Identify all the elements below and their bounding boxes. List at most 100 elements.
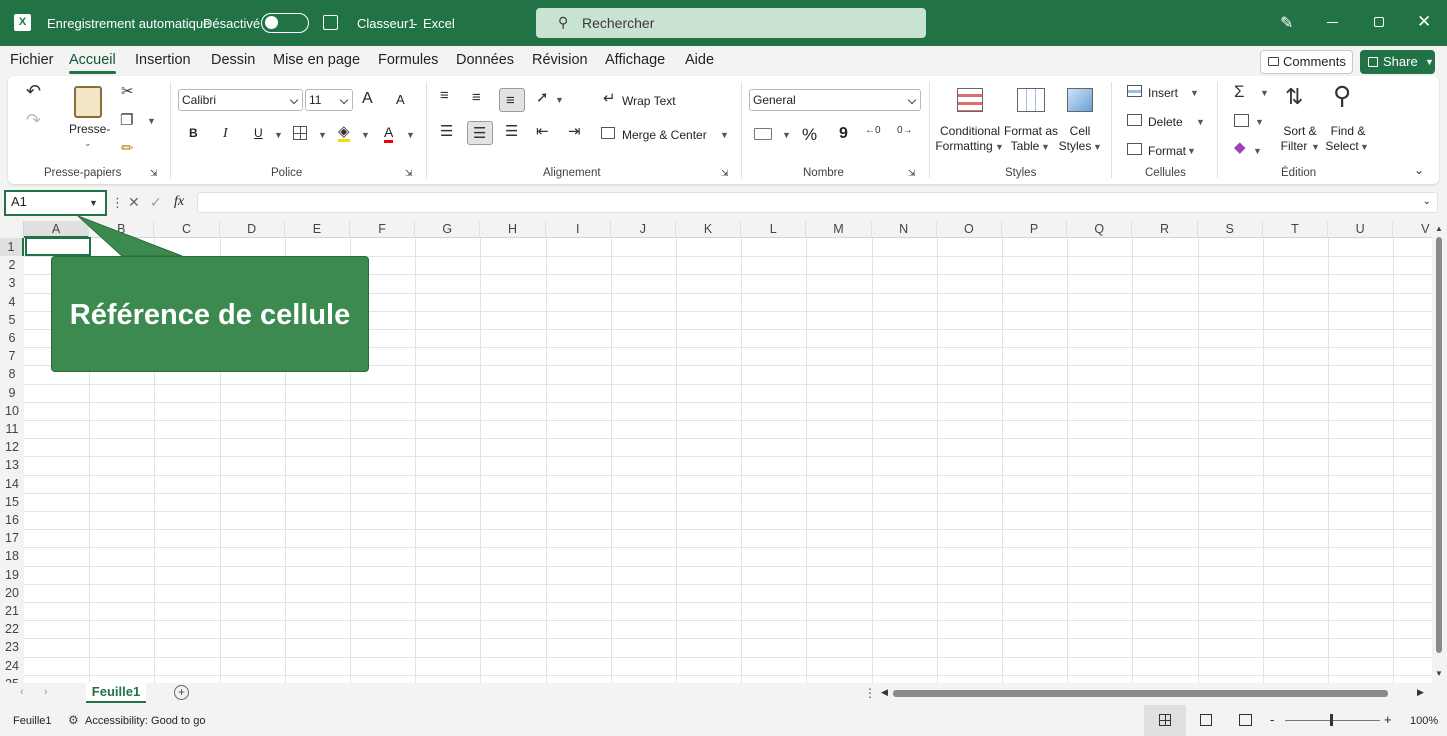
column-header-t[interactable]: T (1263, 221, 1328, 238)
orientation-icon[interactable]: ➚ (536, 90, 549, 105)
horizontal-scrollbar[interactable] (893, 690, 1388, 697)
borders-icon[interactable] (293, 126, 307, 140)
conditional-formatting-icon[interactable] (957, 88, 983, 112)
scroll-right-icon[interactable]: ▶ (1417, 687, 1424, 698)
increase-decimal-icon[interactable]: ←0 (865, 126, 881, 136)
select-all-corner[interactable] (0, 221, 24, 238)
fill-color-icon[interactable]: ◈ (338, 124, 350, 142)
save-icon[interactable] (323, 15, 338, 30)
column-header-v[interactable]: V (1393, 221, 1432, 238)
accessibility-icon[interactable]: ⚙ (68, 713, 79, 727)
fill-color-chevron-icon[interactable]: ▼ (361, 130, 370, 140)
column-header-g[interactable]: G (415, 221, 481, 238)
insert-cells-button[interactable]: Insert (1148, 86, 1178, 100)
row-header-24[interactable]: 24 (0, 656, 24, 675)
row-header-21[interactable]: 21 (0, 602, 24, 621)
row-header-1[interactable]: 1 (0, 238, 24, 257)
column-header-k[interactable]: K (676, 221, 742, 238)
column-header-f[interactable]: F (350, 221, 416, 238)
row-header-7[interactable]: 7 (0, 347, 24, 366)
row-header-8[interactable]: 8 (0, 365, 24, 384)
shrink-font-button[interactable]: A (396, 92, 405, 107)
autosum-chevron-icon[interactable]: ▼ (1260, 88, 1269, 98)
tab-accueil[interactable]: Accueil (69, 52, 116, 74)
share-button[interactable]: Share ▼ (1360, 50, 1435, 74)
ribbon-collapse-icon[interactable]: ⌄ (1414, 164, 1424, 176)
find-select-icon[interactable]: ⚲ (1333, 84, 1351, 109)
delete-chevron-icon[interactable]: ▼ (1196, 117, 1205, 127)
tab-mise-en-page[interactable]: Mise en page (273, 52, 360, 68)
find-chevron-icon[interactable]: ▼ (1360, 142, 1369, 152)
grow-font-button[interactable]: A (362, 90, 373, 108)
column-header-h[interactable]: H (480, 221, 546, 238)
insert-chevron-icon[interactable]: ▼ (1190, 88, 1199, 98)
page-break-icon[interactable] (1239, 714, 1252, 726)
format-chevron-icon[interactable]: ▼ (1187, 146, 1196, 156)
number-launcher-icon[interactable]: ⇲ (908, 169, 916, 178)
column-header-u[interactable]: U (1328, 221, 1394, 238)
conditional-formatting-line1[interactable]: Conditional (940, 124, 1000, 138)
format-cells-icon[interactable] (1127, 143, 1142, 155)
delete-cells-icon[interactable] (1127, 114, 1142, 126)
row-header-15[interactable]: 15 (0, 492, 24, 511)
alignment-launcher-icon[interactable]: ⇲ (721, 169, 729, 178)
tab-formules[interactable]: Formules (378, 52, 438, 68)
row-header-6[interactable]: 6 (0, 329, 24, 348)
fill-chevron-icon[interactable]: ▼ (1255, 117, 1264, 127)
close-icon[interactable]: ✕ (1417, 12, 1431, 32)
vertical-scrollbar[interactable]: ▲ ▼ (1432, 221, 1447, 683)
tab-revision[interactable]: Révision (532, 52, 588, 68)
row-header-5[interactable]: 5 (0, 310, 24, 329)
page-layout-icon[interactable] (1200, 714, 1212, 726)
comma-button[interactable]: 9 (839, 125, 848, 143)
orientation-chevron-icon[interactable]: ▼ (555, 95, 564, 105)
cancel-entry-icon[interactable]: ✕ (128, 194, 140, 211)
tab-affichage[interactable]: Affichage (605, 52, 665, 68)
cut-icon[interactable]: ✂ (121, 84, 134, 99)
pen-icon[interactable]: ✎ (1280, 13, 1293, 33)
row-header-12[interactable]: 12 (0, 438, 24, 457)
redo-icon[interactable]: ↷ (26, 111, 41, 129)
scroll-left-icon[interactable]: ◀ (881, 687, 888, 698)
underline-button[interactable]: U (254, 126, 263, 140)
autosum-icon[interactable]: Σ (1234, 83, 1245, 100)
currency-icon[interactable] (754, 128, 772, 140)
chevron-down-icon[interactable]: ▼ (89, 193, 98, 213)
wrap-text-icon[interactable]: ↵ (603, 91, 616, 106)
row-header-25[interactable]: 25 (0, 674, 24, 683)
expand-formula-icon[interactable]: ⌄ (1423, 196, 1431, 207)
row-header-4[interactable]: 4 (0, 292, 24, 311)
row-header-19[interactable]: 19 (0, 565, 24, 584)
cell-styles-chevron-icon[interactable]: ▼ (1093, 142, 1102, 152)
delete-cells-button[interactable]: Delete (1148, 115, 1183, 129)
zoom-level[interactable]: 100% (1410, 715, 1438, 727)
column-header-s[interactable]: S (1198, 221, 1263, 238)
currency-chevron-icon[interactable]: ▼ (782, 130, 791, 140)
prev-sheet-icon[interactable]: ‹ (20, 686, 24, 698)
column-header-p[interactable]: P (1002, 221, 1068, 238)
undo-icon[interactable]: ↶ (26, 82, 41, 100)
formula-input[interactable]: ⌄ (197, 192, 1438, 213)
column-header-r[interactable]: R (1132, 221, 1198, 238)
row-header-10[interactable]: 10 (0, 401, 24, 420)
merge-chevron-icon[interactable]: ▼ (720, 130, 729, 140)
paste-icon[interactable] (74, 86, 102, 118)
confirm-entry-icon[interactable]: ✓ (150, 194, 162, 211)
more-options-icon[interactable]: ⋮ (111, 195, 124, 211)
align-top-icon[interactable]: ≡ (440, 88, 449, 103)
column-header-i[interactable]: I (546, 221, 611, 238)
name-box[interactable]: A1 ▼ (4, 190, 107, 216)
zoom-in-button[interactable]: + (1384, 712, 1392, 727)
format-cells-button[interactable]: Format (1148, 144, 1186, 158)
add-sheet-button[interactable]: + (174, 685, 189, 700)
tab-dessin[interactable]: Dessin (211, 52, 255, 68)
percent-button[interactable]: % (802, 125, 817, 145)
accessibility-status[interactable]: Accessibility: Good to go (85, 715, 205, 727)
font-color-chevron-icon[interactable]: ▼ (406, 130, 415, 140)
cell-styles-line1[interactable]: Cell (1050, 124, 1110, 138)
align-left-icon[interactable]: ☰ (440, 124, 453, 139)
zoom-out-button[interactable]: - (1270, 712, 1274, 727)
row-header-14[interactable]: 14 (0, 474, 24, 493)
search-box[interactable]: ⚲ Rechercher (536, 8, 926, 38)
align-middle-icon[interactable]: ≡ (472, 90, 481, 105)
